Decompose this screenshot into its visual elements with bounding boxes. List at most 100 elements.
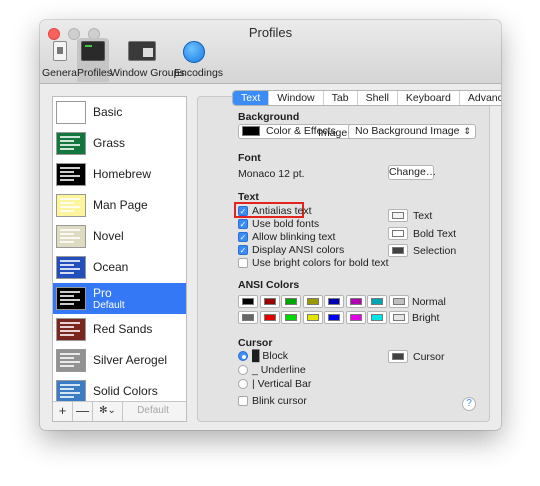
ansi-bright-color-well[interactable] — [367, 311, 387, 324]
help-button[interactable]: ? — [462, 397, 476, 411]
toolbar-encodings[interactable]: Encodings — [174, 38, 224, 82]
profile-default-label: Default — [93, 300, 125, 311]
bold-fonts-label: Use bold fonts — [252, 218, 320, 230]
toolbar-encodings-label: Encodings — [174, 67, 224, 79]
profile-thumbnail — [56, 101, 86, 124]
profile-thumbnail — [56, 163, 86, 186]
general-icon — [53, 41, 67, 61]
profiles-window: Profiles General Profiles Window Groups … — [40, 20, 501, 430]
text-color-swatch — [392, 212, 404, 219]
font-value: Monaco 12 pt. — [238, 168, 305, 180]
ansi-bright-color-well[interactable] — [324, 311, 344, 324]
toolbar-window-groups[interactable]: Window Groups — [110, 38, 185, 82]
ansi-bright-color-well[interactable] — [238, 311, 258, 324]
profile-name: Homebrew — [93, 167, 152, 181]
text-color-label: Text — [413, 210, 433, 222]
ansi-normal-color-well[interactable] — [259, 295, 280, 308]
tab-advanced[interactable]: Advanced — [460, 91, 501, 105]
profile-item[interactable]: Novel — [53, 221, 186, 252]
titlebar: Profiles General Profiles Window Groups … — [40, 20, 501, 84]
tab-window[interactable]: Window — [269, 91, 324, 105]
selection-color-well[interactable] — [388, 244, 408, 257]
profile-item[interactable]: Pro Default — [53, 283, 186, 314]
ansi-bright-color-well[interactable] — [345, 311, 366, 324]
ansi-normal-color-well[interactable] — [324, 295, 344, 308]
ansi-bright-color-well[interactable] — [259, 311, 280, 324]
blink-cursor-checkbox[interactable] — [238, 396, 248, 406]
cursor-color-well[interactable] — [388, 350, 408, 363]
add-profile-button[interactable]: + — [53, 402, 73, 421]
cursor-block-radio[interactable] — [238, 351, 248, 361]
profile-list[interactable]: Basic Grass Homebrew Man Page Novel Ocean Pro D… — [53, 97, 186, 403]
bold-fonts-checkbox[interactable]: ✓ — [238, 219, 248, 229]
remove-profile-button[interactable]: — — [73, 402, 93, 421]
ansi-color-swatch — [371, 314, 383, 321]
ansi-color-swatch — [371, 298, 383, 305]
ansi-colors-heading: ANSI Colors — [238, 279, 300, 291]
antialias-checkbox[interactable]: ✓ — [238, 206, 248, 216]
tab-tab[interactable]: Tab — [324, 91, 358, 105]
bold-text-color-well[interactable] — [388, 227, 408, 240]
change-font-button[interactable]: Change… — [388, 165, 436, 180]
bold-text-color-label: Bold Text — [413, 228, 456, 240]
cursor-heading: Cursor — [238, 337, 273, 349]
profile-item[interactable]: Homebrew — [53, 159, 186, 190]
cursor-block-label: █ Block — [252, 350, 289, 362]
profile-item[interactable]: Solid Colors — [53, 376, 186, 403]
ansi-normal-color-well[interactable] — [238, 295, 258, 308]
ansi-color-swatch — [285, 314, 297, 321]
ansi-normal-color-well[interactable] — [302, 295, 323, 308]
ansi-normal-color-well[interactable] — [345, 295, 366, 308]
ansi-bright-color-well[interactable] — [302, 311, 323, 324]
toolbar-profiles[interactable]: Profiles — [77, 38, 112, 82]
tab-text[interactable]: Text — [233, 91, 270, 105]
blinking-text-checkbox[interactable]: ✓ — [238, 232, 248, 242]
blink-cursor-label: Blink cursor — [252, 395, 307, 407]
bright-colors-checkbox[interactable] — [238, 258, 248, 268]
text-color-well[interactable] — [388, 209, 408, 222]
selection-color-label: Selection — [413, 245, 457, 257]
ansi-normal-color-well[interactable] — [388, 295, 409, 308]
ansi-bright-color-well[interactable] — [388, 311, 409, 324]
ansi-color-swatch — [392, 298, 405, 305]
profile-thumbnail — [56, 318, 86, 341]
profile-thumbnail — [56, 256, 86, 279]
cursor-vertical-bar-label: | Vertical Bar — [252, 378, 312, 390]
profile-actions-button[interactable]: ✻⌄ — [93, 402, 123, 421]
cursor-underline-radio[interactable] — [238, 365, 248, 375]
tab-shell[interactable]: Shell — [358, 91, 398, 105]
profile-thumbnail — [56, 225, 86, 248]
profile-item[interactable]: Silver Aerogel — [53, 345, 186, 376]
background-image-value: No Background Image — [355, 125, 460, 137]
profile-item[interactable]: Man Page — [53, 190, 186, 221]
background-color-swatch — [242, 126, 260, 136]
default-profile-button[interactable]: Default — [123, 402, 183, 421]
ansi-color-swatch — [349, 314, 362, 321]
ansi-normal-color-well[interactable] — [367, 295, 387, 308]
bold-text-color-swatch — [392, 230, 404, 237]
ansi-color-swatch — [328, 298, 340, 305]
profile-name: Grass — [93, 136, 126, 150]
profile-item[interactable]: Basic — [53, 97, 186, 128]
profile-name: Man Page — [93, 198, 148, 212]
toolbar-general-label: General — [42, 67, 80, 79]
antialias-label: Antialias text — [252, 205, 312, 217]
profile-thumbnail — [56, 132, 86, 155]
profile-name: Novel — [93, 229, 124, 243]
cursor-vertical-bar-radio[interactable] — [238, 379, 248, 389]
profile-name: Silver Aerogel — [93, 353, 168, 367]
profile-item[interactable]: Red Sands — [53, 314, 186, 345]
ansi-normal-color-well[interactable] — [281, 295, 301, 308]
toolbar-general[interactable]: General — [42, 38, 80, 82]
profile-thumbnail — [56, 194, 86, 217]
profile-item[interactable]: Ocean — [53, 252, 186, 283]
terminal-icon — [81, 41, 105, 61]
selection-color-swatch — [392, 247, 404, 254]
tab-keyboard[interactable]: Keyboard — [398, 91, 460, 105]
background-image-select[interactable]: No Background Image ⇕ — [348, 124, 476, 139]
settings-tabs: Text Window Tab Shell Keyboard Advanced — [232, 90, 501, 106]
ansi-color-swatch — [306, 314, 319, 321]
ansi-bright-color-well[interactable] — [281, 311, 301, 324]
profile-item[interactable]: Grass — [53, 128, 186, 159]
ansi-colors-checkbox[interactable]: ✓ — [238, 245, 248, 255]
